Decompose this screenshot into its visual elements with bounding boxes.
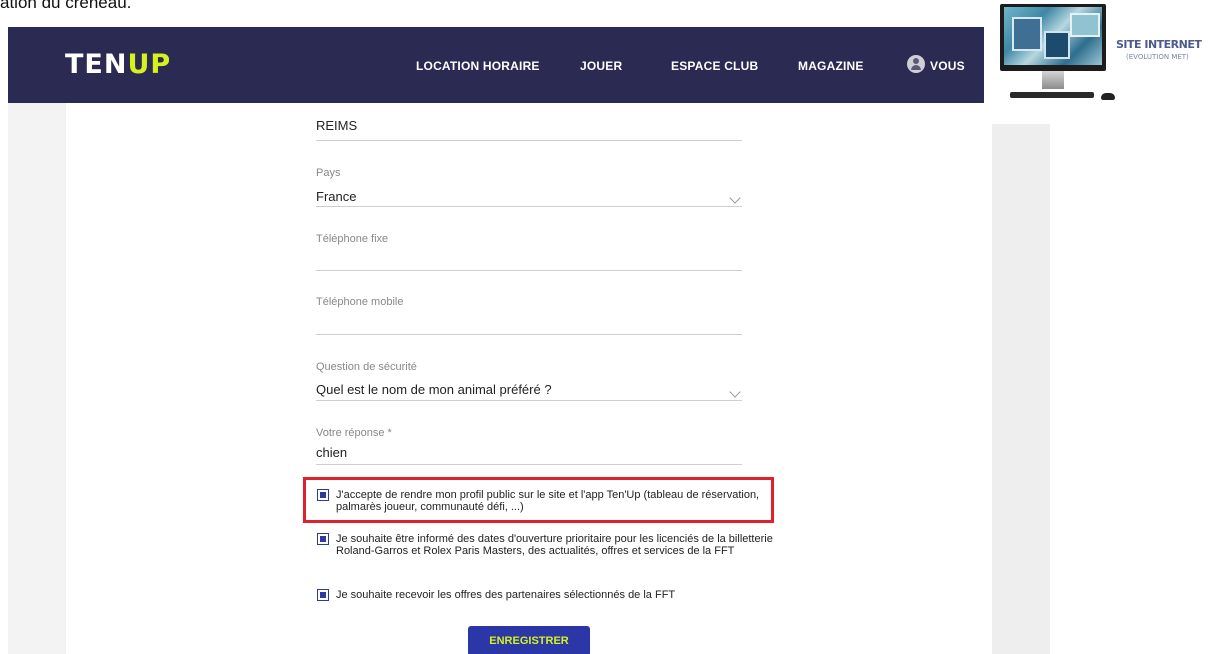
save-button[interactable]: ENREGISTRER xyxy=(468,626,590,654)
screen-tile xyxy=(1044,31,1070,59)
public-profile-text: J'accepte de rendre mon profil public su… xyxy=(336,489,760,513)
answer-label: Votre réponse * xyxy=(316,427,392,439)
security-question-label: Question de sécurité xyxy=(316,361,417,373)
answer-underline xyxy=(316,464,742,465)
chevron-down-icon[interactable] xyxy=(729,386,741,398)
phone-mobile-underline xyxy=(316,334,742,335)
phone-mobile-input[interactable] xyxy=(316,315,736,331)
partner-offers-checkbox[interactable] xyxy=(317,589,329,601)
logo-up: UP xyxy=(127,49,172,80)
security-question-underline xyxy=(316,400,742,401)
phone-fixed-underline xyxy=(316,270,742,271)
user-avatar-icon[interactable] xyxy=(907,55,925,73)
screen-tile xyxy=(1012,17,1042,51)
nav-espace-club[interactable]: ESPACE CLUB xyxy=(671,59,758,73)
nav-magazine[interactable]: MAGAZINE xyxy=(798,59,864,73)
phone-fixed-input[interactable] xyxy=(316,251,736,267)
profile-form-area: REIMS Pays France Téléphone fixe Télépho… xyxy=(66,103,984,654)
logo-ten: TEN xyxy=(65,49,128,80)
monitor-screen xyxy=(1004,7,1102,65)
side-panel xyxy=(992,124,1050,654)
country-label: Pays xyxy=(316,167,341,179)
partner-offers-text: Je souhaite recevoir les offres des part… xyxy=(336,589,676,601)
site-internet-title: SITE INTERNET xyxy=(1116,38,1202,51)
nav-user-vous[interactable]: VOUS xyxy=(930,59,965,73)
nav-jouer[interactable]: JOUER xyxy=(580,59,622,73)
city-underline xyxy=(316,140,742,141)
nav-location-horaire[interactable]: LOCATION HORAIRE xyxy=(416,59,540,73)
public-profile-checkbox[interactable] xyxy=(317,489,329,501)
city-input[interactable]: REIMS xyxy=(316,118,357,133)
chevron-down-icon[interactable] xyxy=(729,192,741,204)
page-caption: ation du créneau. xyxy=(0,0,132,12)
fft-news-checkbox[interactable] xyxy=(317,533,329,545)
phone-fixed-label: Téléphone fixe xyxy=(316,233,389,245)
browser-page: TENUP LOCATION HORAIRE JOUER ESPACE CLUB… xyxy=(8,27,984,654)
tenup-logo[interactable]: TENUP xyxy=(65,49,171,80)
screen-tile xyxy=(1070,13,1100,37)
country-underline xyxy=(316,206,742,207)
mouse-icon xyxy=(1101,93,1115,100)
site-internet-subtitle: (EVOLUTION MET) xyxy=(1126,53,1189,61)
answer-input[interactable]: chien xyxy=(316,445,347,460)
fft-news-text: Je souhaite être informé des dates d'ouv… xyxy=(336,533,773,557)
country-select[interactable]: France xyxy=(316,189,356,204)
keyboard xyxy=(1010,92,1094,98)
top-navbar: TENUP LOCATION HORAIRE JOUER ESPACE CLUB… xyxy=(8,27,984,103)
monitor-image xyxy=(1000,4,1106,71)
monitor-stand xyxy=(1042,71,1064,89)
security-question-select[interactable]: Quel est le nom de mon animal préféré ? xyxy=(316,382,552,397)
phone-mobile-label: Téléphone mobile xyxy=(316,296,404,308)
